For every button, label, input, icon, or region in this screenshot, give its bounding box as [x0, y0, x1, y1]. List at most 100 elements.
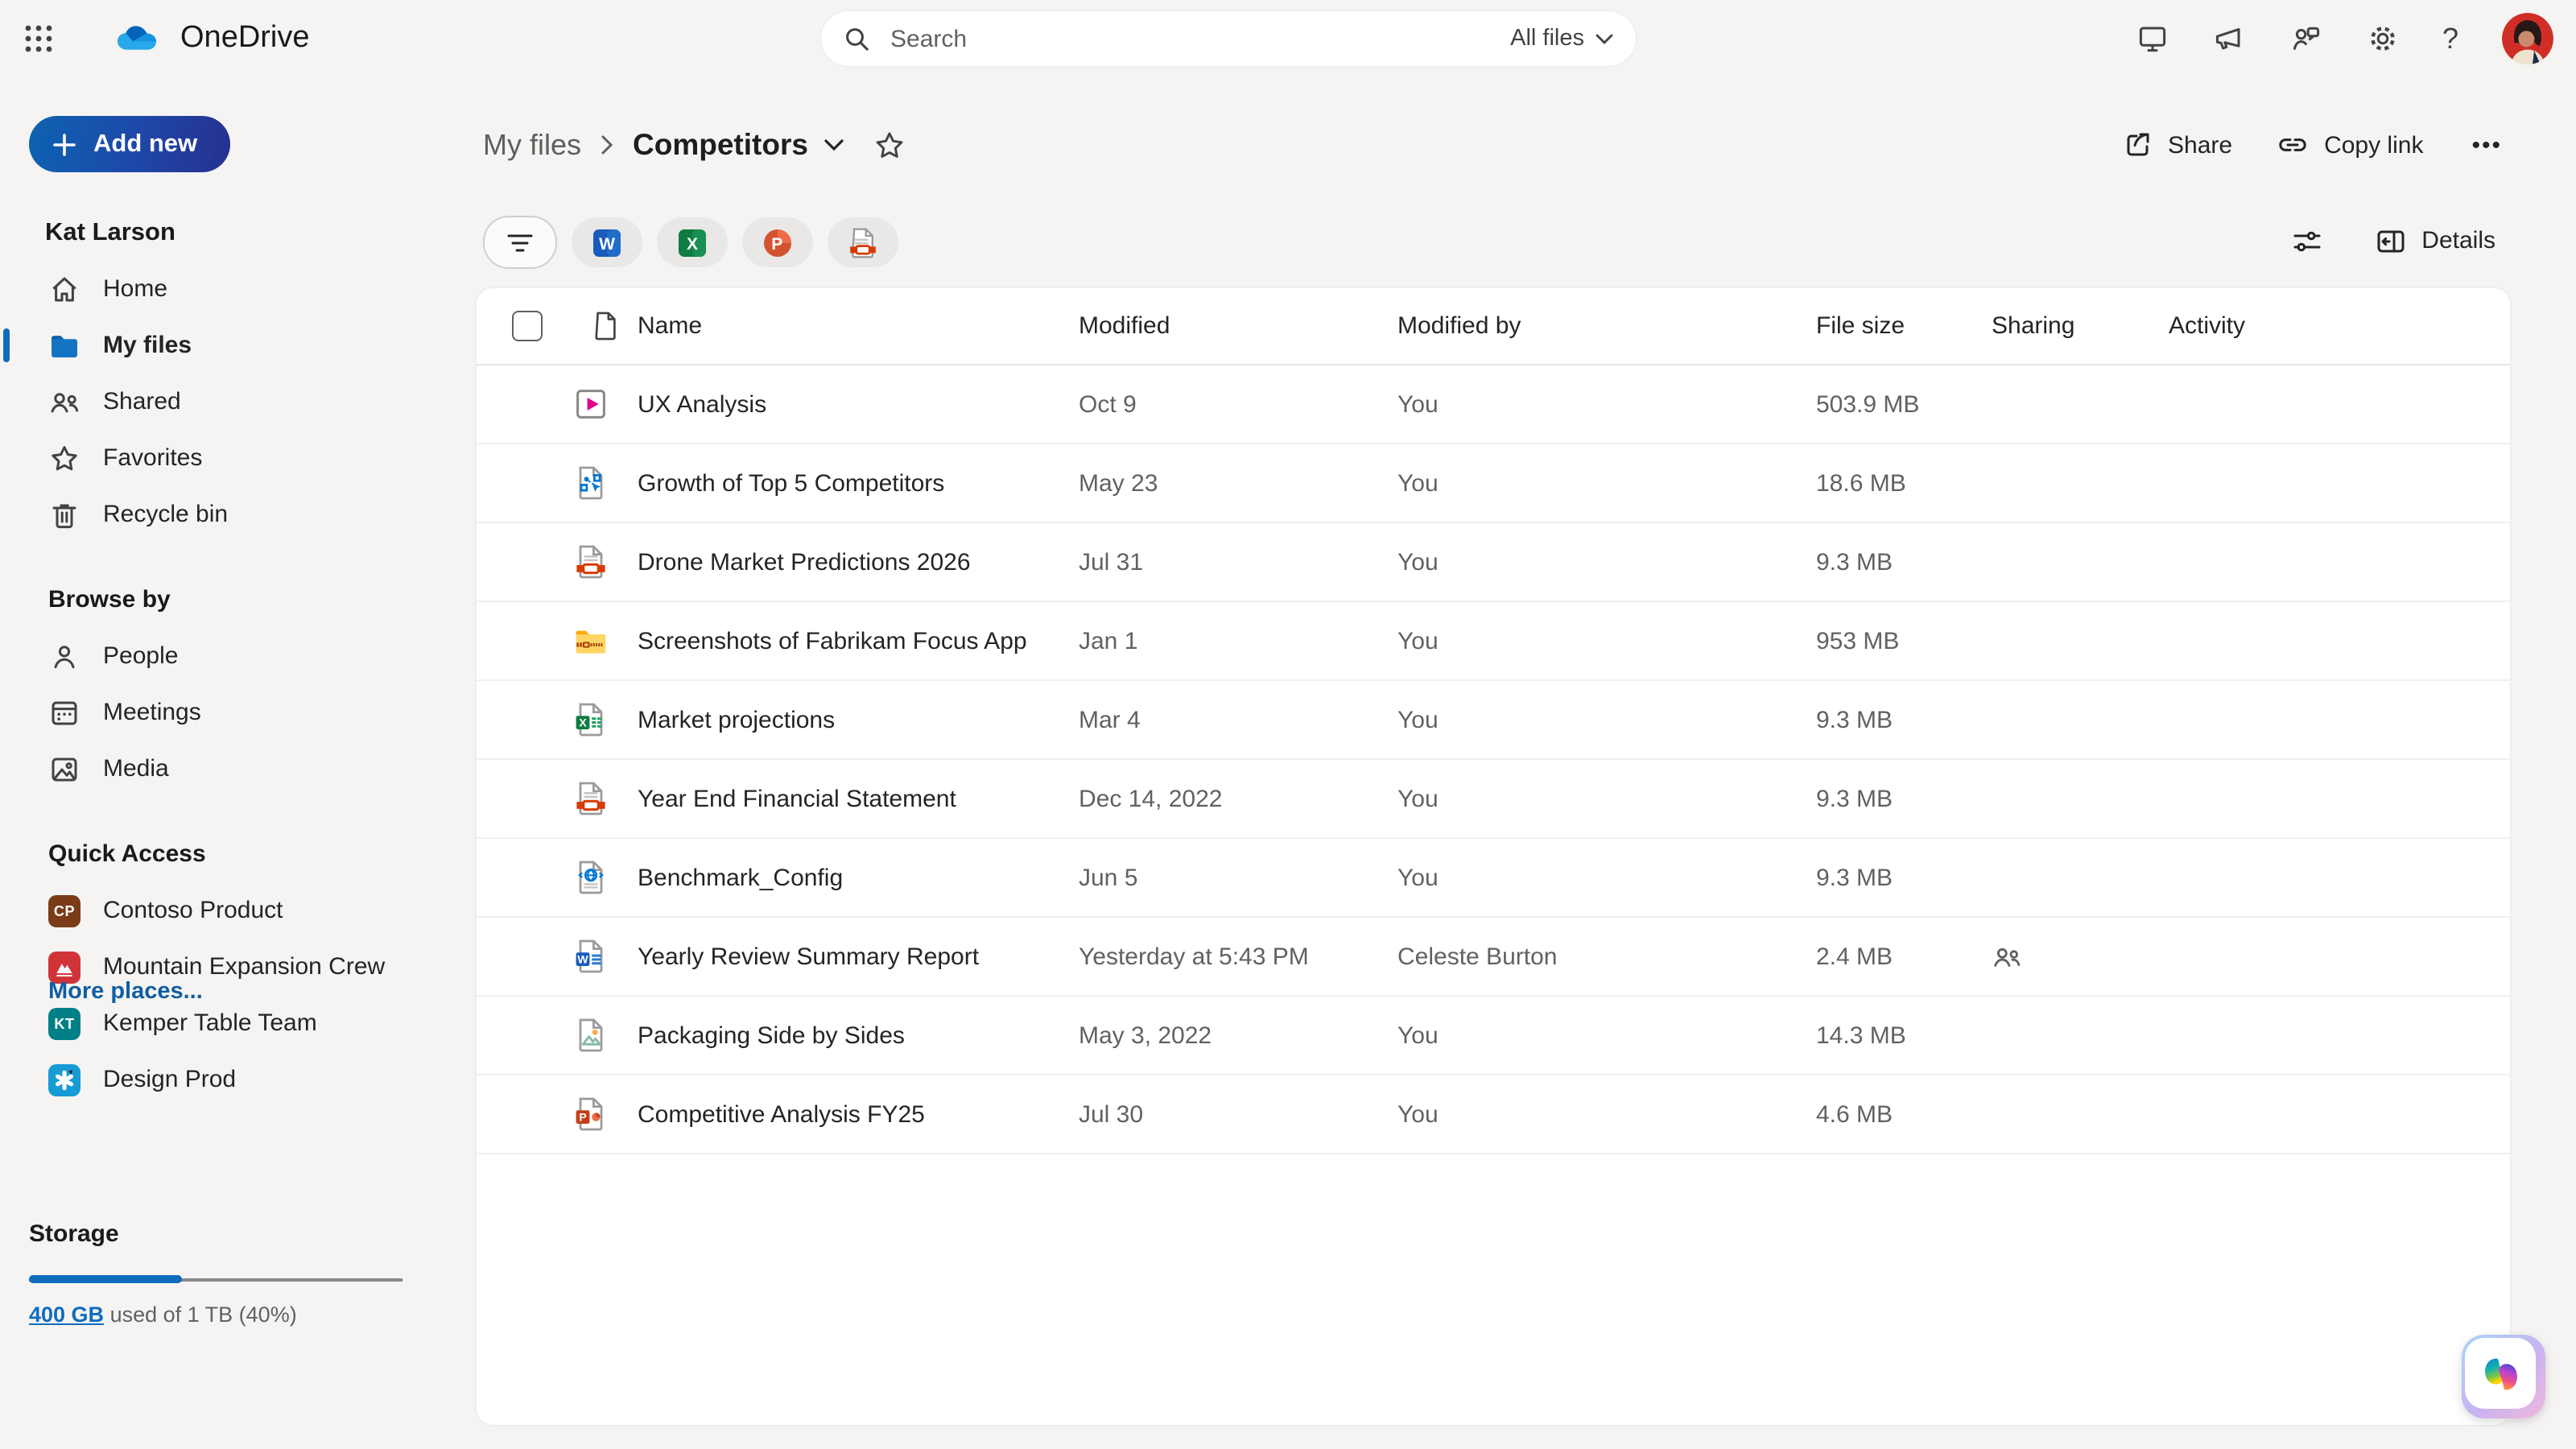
file-type-column-icon[interactable]: [573, 311, 638, 341]
svg-text:W: W: [599, 234, 615, 253]
chevron-down-icon: [824, 138, 844, 151]
file-modified-by: You: [1397, 390, 1816, 418]
column-header-activity[interactable]: Activity: [2169, 312, 2510, 340]
table-row[interactable]: P Competitive Analysis FY25 Jul 30 You 4…: [477, 1075, 2510, 1154]
column-header-modified-by[interactable]: Modified by: [1397, 312, 1816, 340]
file-modified-by: You: [1397, 469, 1816, 497]
html-file-icon: [573, 860, 609, 895]
sidebar-item-contoso-product[interactable]: CP Contoso Product: [0, 882, 477, 939]
file-name: Yearly Review Summary Report: [638, 943, 1079, 970]
file-modified-by: You: [1397, 627, 1816, 654]
help-icon[interactable]: ?: [2442, 22, 2458, 56]
file-name: Drone Market Predictions 2026: [638, 548, 1079, 576]
file-size: 2.4 MB: [1816, 943, 1992, 970]
folder-actions: Share Copy link •••: [2121, 116, 2508, 174]
screen-icon[interactable]: [2136, 23, 2169, 55]
media-document-icon: [573, 781, 609, 816]
filter-pdf-chip[interactable]: [828, 217, 898, 267]
table-row[interactable]: Benchmark_Config Jun 5 You 9.3 MB: [477, 839, 2510, 918]
file-size: 9.3 MB: [1816, 864, 1992, 891]
video-file-icon: [573, 386, 609, 422]
file-size: 14.3 MB: [1816, 1022, 1992, 1049]
favorite-star-icon[interactable]: [873, 128, 906, 162]
file-size: 953 MB: [1816, 627, 1992, 654]
powerpoint-icon: P: [762, 226, 794, 258]
excel-file-icon: X: [573, 702, 609, 737]
more-actions-button[interactable]: •••: [2465, 131, 2508, 159]
storage-title: Storage: [29, 1220, 412, 1248]
link-icon: [2274, 129, 2310, 161]
storage-section: Storage 400 GB used of 1 TB (40%): [29, 1220, 412, 1327]
file-name: Growth of Top 5 Competitors: [638, 469, 1079, 497]
storage-used-link[interactable]: 400 GB: [29, 1302, 104, 1327]
breadcrumb-current-folder[interactable]: Competitors: [633, 127, 844, 163]
sidebar-item-design-prod[interactable]: Design Prod: [0, 1051, 477, 1108]
sort-options-icon[interactable]: [2291, 225, 2323, 257]
details-button[interactable]: Details: [2365, 223, 2505, 258]
filter-excel-chip[interactable]: X: [657, 217, 728, 267]
file-size: 9.3 MB: [1816, 785, 1992, 812]
file-modified: Jun 5: [1079, 864, 1397, 891]
file-modified: Oct 9: [1079, 390, 1397, 418]
filter-toolbar: W X P: [483, 216, 898, 269]
breadcrumb-my-files[interactable]: My files: [483, 128, 581, 162]
table-row[interactable]: Packaging Side by Sides May 3, 2022 You …: [477, 997, 2510, 1075]
avatar[interactable]: [2502, 13, 2553, 64]
file-modified: Dec 14, 2022: [1079, 785, 1397, 812]
column-header-file-size[interactable]: File size: [1816, 312, 1992, 340]
onedrive-brand[interactable]: OneDrive: [116, 21, 310, 56]
sidebar-item-my-files[interactable]: My files: [0, 317, 477, 374]
copy-link-button[interactable]: Copy link: [2274, 129, 2423, 161]
sidebar-item-shared[interactable]: Shared: [0, 374, 477, 430]
file-sharing: [1992, 941, 2169, 972]
more-places-link[interactable]: More places...: [48, 979, 203, 1005]
file-modified-by: You: [1397, 864, 1816, 891]
table-row[interactable]: Growth of Top 5 Competitors May 23 You 1…: [477, 444, 2510, 523]
search-box[interactable]: All files: [821, 11, 1636, 66]
sidebar-item-favorites[interactable]: Favorites: [0, 430, 477, 486]
table-row[interactable]: UX Analysis Oct 9 You 503.9 MB: [477, 365, 2510, 444]
word-icon: W: [591, 226, 623, 258]
details-panel-icon: [2375, 225, 2407, 257]
app-launcher-icon[interactable]: [0, 0, 77, 77]
search-input[interactable]: [887, 23, 1510, 54]
svg-text:W: W: [577, 952, 588, 965]
file-modified: May 3, 2022: [1079, 1022, 1397, 1049]
add-new-button[interactable]: Add new: [29, 116, 229, 172]
table-row[interactable]: Year End Financial Statement Dec 14, 202…: [477, 760, 2510, 839]
filter-icon[interactable]: [483, 216, 557, 269]
filter-word-chip[interactable]: W: [572, 217, 642, 267]
file-modified-by: You: [1397, 1100, 1816, 1128]
table-row[interactable]: X Market projections Mar 4 You 9.3 MB: [477, 681, 2510, 760]
file-modified: Yesterday at 5:43 PM: [1079, 943, 1397, 970]
calendar-icon: [48, 696, 80, 729]
select-all-checkbox[interactable]: [512, 311, 543, 341]
file-modified: May 23: [1079, 469, 1397, 497]
table-row[interactable]: Screenshots of Fabrikam Focus App Jan 1 …: [477, 602, 2510, 681]
sidebar-item-media[interactable]: Media: [0, 741, 477, 797]
sidebar-item-home[interactable]: Home: [0, 261, 477, 317]
filter-powerpoint-chip[interactable]: P: [742, 217, 813, 267]
mountain-icon: [48, 951, 80, 983]
column-header-modified[interactable]: Modified: [1079, 312, 1397, 340]
sidebar-item-people[interactable]: People: [0, 628, 477, 684]
file-name: Year End Financial Statement: [638, 785, 1079, 812]
table-body: UX Analysis Oct 9 You 503.9 MB Growth of…: [477, 365, 2510, 1154]
table-row[interactable]: Drone Market Predictions 2026 Jul 31 You…: [477, 523, 2510, 602]
feedback-person-icon[interactable]: [2289, 23, 2323, 55]
share-button[interactable]: Share: [2121, 129, 2232, 161]
sidebar-item-recycle-bin[interactable]: Recycle bin: [0, 486, 477, 543]
sidebar-item-meetings[interactable]: Meetings: [0, 684, 477, 741]
image-icon: [48, 753, 80, 785]
settings-gear-icon[interactable]: [2367, 23, 2399, 55]
svg-text:P: P: [771, 234, 782, 253]
column-header-name[interactable]: Name: [638, 312, 1079, 340]
megaphone-icon[interactable]: [2212, 23, 2246, 55]
folder-icon: [48, 329, 80, 361]
table-row[interactable]: W Yearly Review Summary Report Yesterday…: [477, 918, 2510, 997]
column-header-sharing[interactable]: Sharing: [1992, 312, 2169, 340]
copilot-button[interactable]: [2462, 1335, 2545, 1418]
person-icon: [48, 640, 80, 672]
zip-folder-icon: [573, 623, 609, 658]
search-scope-dropdown[interactable]: All files: [1510, 26, 1613, 52]
